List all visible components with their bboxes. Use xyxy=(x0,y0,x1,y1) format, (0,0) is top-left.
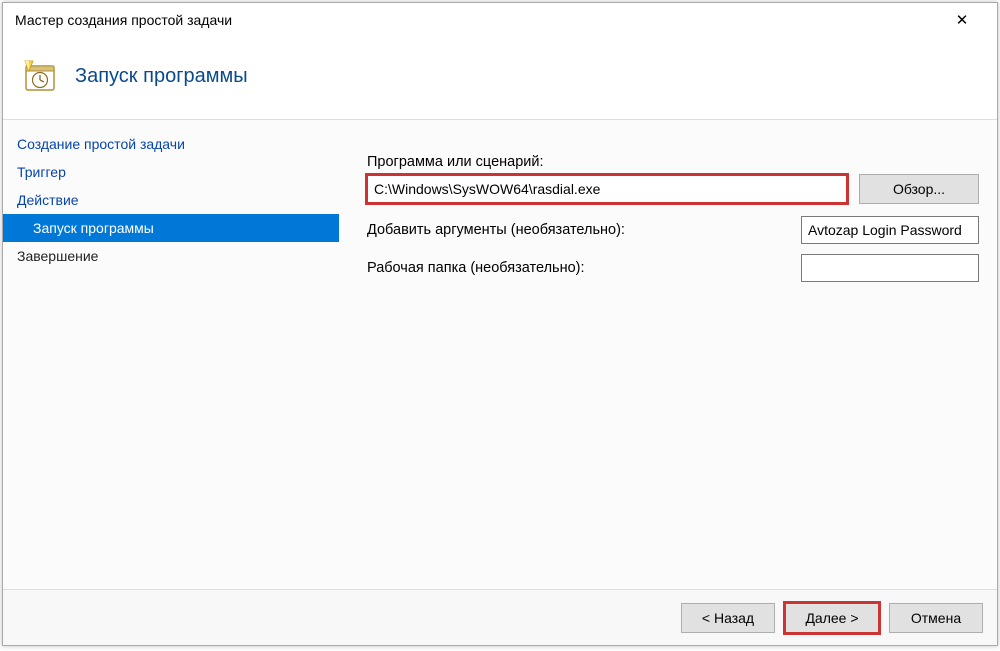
program-label: Программа или сценарий: xyxy=(367,154,979,170)
wizard-body: Создание простой задачи Триггер Действие… xyxy=(3,120,997,589)
close-button[interactable]: ✕ xyxy=(939,5,985,35)
program-input[interactable] xyxy=(367,175,847,203)
workdir-input[interactable] xyxy=(801,254,979,282)
window-title: Мастер создания простой задачи xyxy=(15,12,232,28)
sidebar-item-trigger[interactable]: Триггер xyxy=(3,158,339,186)
workdir-label: Рабочая папка (необязательно): xyxy=(367,260,585,276)
wizard-footer: < Назад Далее > Отмена xyxy=(3,589,997,645)
arguments-row: Добавить аргументы (необязательно): xyxy=(367,216,979,244)
wizard-header: Запуск программы xyxy=(3,37,997,120)
wizard-content: Программа или сценарий: Обзор... Добавит… xyxy=(339,120,997,589)
program-row: Обзор... xyxy=(367,174,979,204)
browse-button[interactable]: Обзор... xyxy=(859,174,979,204)
titlebar: Мастер создания простой задачи ✕ xyxy=(3,3,997,37)
arguments-input[interactable] xyxy=(801,216,979,244)
close-icon: ✕ xyxy=(956,11,969,29)
task-clock-icon xyxy=(23,59,57,93)
arguments-label: Добавить аргументы (необязательно): xyxy=(367,222,625,238)
wizard-sidebar: Создание простой задачи Триггер Действие… xyxy=(3,120,339,589)
sidebar-item-action[interactable]: Действие xyxy=(3,186,339,214)
page-title: Запуск программы xyxy=(75,65,248,88)
next-button[interactable]: Далее > xyxy=(785,603,879,633)
sidebar-item-start-program[interactable]: Запуск программы xyxy=(3,214,339,242)
sidebar-item-create-task[interactable]: Создание простой задачи xyxy=(3,130,339,158)
sidebar-item-finish[interactable]: Завершение xyxy=(3,242,339,270)
cancel-button[interactable]: Отмена xyxy=(889,603,983,633)
back-button[interactable]: < Назад xyxy=(681,603,775,633)
workdir-row: Рабочая папка (необязательно): xyxy=(367,254,979,282)
wizard-window: Мастер создания простой задачи ✕ Запуск … xyxy=(2,2,998,646)
